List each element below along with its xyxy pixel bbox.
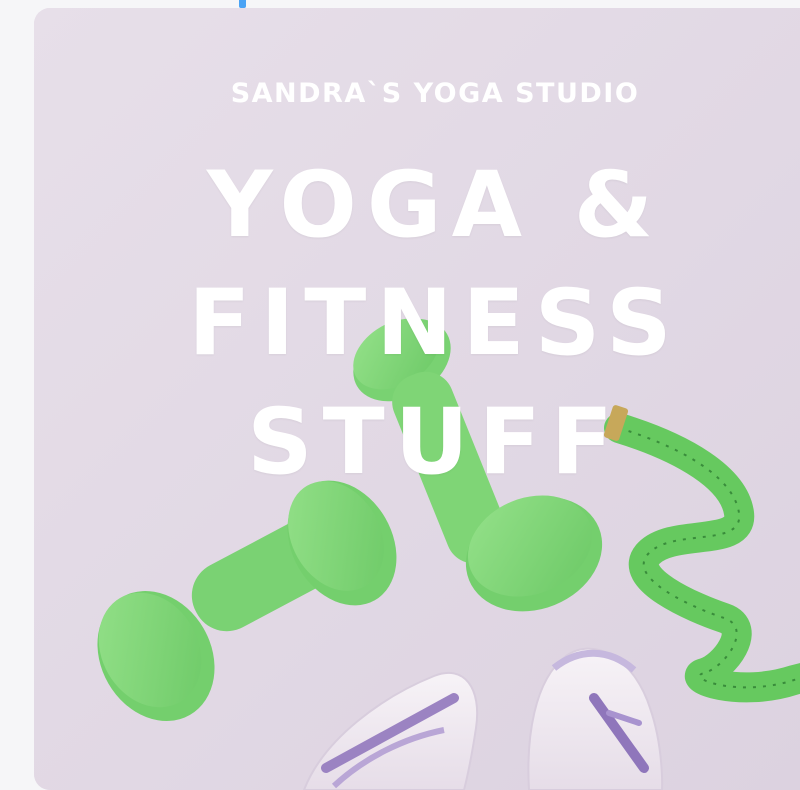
hero-banner[interactable] — [34, 8, 800, 790]
hero-photo — [34, 8, 800, 790]
focus-indicator — [239, 0, 246, 8]
